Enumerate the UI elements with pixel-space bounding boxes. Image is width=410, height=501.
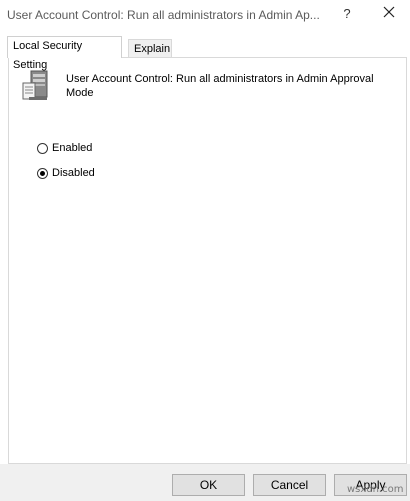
- ok-button[interactable]: OK: [172, 474, 245, 496]
- close-button[interactable]: [377, 4, 401, 24]
- title-bar: User Account Control: Run all administra…: [0, 0, 410, 30]
- close-icon: [383, 6, 395, 18]
- enabled-option[interactable]: Enabled: [37, 140, 92, 156]
- help-button[interactable]: ?: [336, 4, 358, 24]
- tab-local-security-setting[interactable]: Local Security Setting: [7, 36, 122, 71]
- disabled-option[interactable]: Disabled: [37, 165, 95, 181]
- tab-panel: User Account Control: Run all administra…: [8, 57, 407, 464]
- policy-name: User Account Control: Run all administra…: [66, 73, 374, 99]
- enabled-label: Enabled: [52, 142, 93, 154]
- window-title: User Account Control: Run all administra…: [7, 8, 320, 22]
- tab-strip: Local Security Setting Explain: [7, 36, 407, 71]
- disabled-label: Disabled: [52, 167, 95, 179]
- enabled-radio[interactable]: [37, 142, 48, 154]
- disabled-radio[interactable]: [37, 167, 48, 179]
- tab-explain[interactable]: Explain: [128, 39, 172, 57]
- watermark: wsxdn.com: [347, 484, 404, 495]
- cancel-button[interactable]: Cancel: [253, 474, 326, 496]
